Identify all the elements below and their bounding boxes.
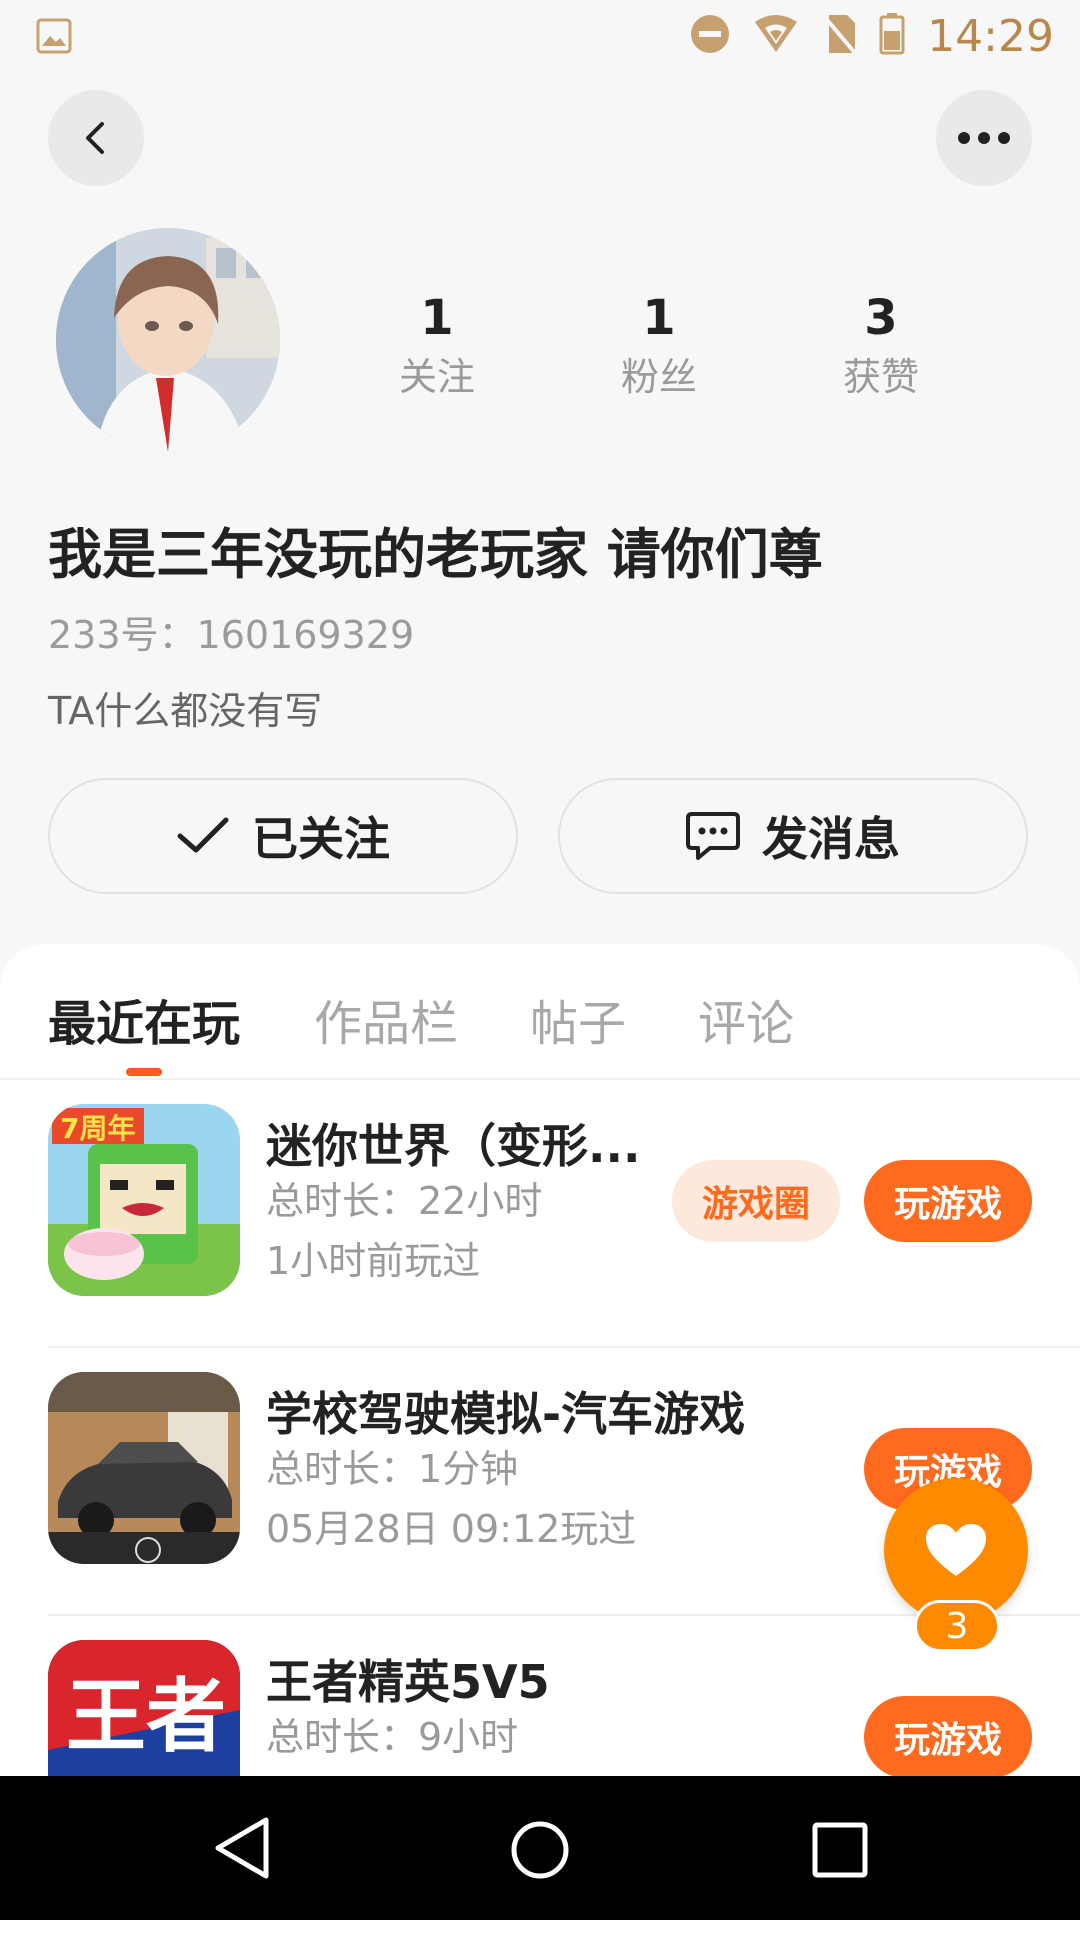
like-count-badge: 3: [914, 1600, 1000, 1652]
game-duration: 总时长：9小时: [266, 1715, 519, 1759]
game-title: 迷你世界（变形...: [266, 1119, 641, 1173]
chat-bubble-icon: [686, 812, 740, 860]
likes-label: 获赞: [842, 355, 919, 399]
tab-posts[interactable]: 帖子: [530, 984, 626, 1054]
profile-uid: 233号：160169329: [48, 613, 415, 657]
game-icon-mini-world: 7周年: [48, 1104, 240, 1296]
svg-text:王者: 王者: [66, 1670, 226, 1763]
fans-label: 粉丝: [620, 355, 697, 399]
followed-label: 已关注: [252, 812, 390, 866]
back-arrow-icon: [86, 122, 104, 154]
game-duration: 总时长：1分钟: [266, 1447, 519, 1491]
status-bar: 14:29: [0, 0, 1080, 74]
stat-fans[interactable]: 1 粉丝: [579, 290, 739, 400]
game-last-played: 05月28日 09:12玩过: [266, 1507, 637, 1551]
system-navigation-bar: [0, 1776, 1080, 1920]
back-button[interactable]: [48, 90, 144, 186]
heart-icon: [926, 1524, 986, 1576]
battery-icon: [879, 13, 905, 59]
nav-back-icon[interactable]: [212, 1816, 272, 1880]
game-last-played: 1小时前玩过: [266, 1239, 481, 1283]
svg-text:7周年: 7周年: [60, 1112, 135, 1145]
wifi-icon: [753, 14, 799, 58]
following-label: 关注: [398, 355, 475, 399]
following-count: 1: [420, 290, 454, 346]
avatar[interactable]: [56, 228, 280, 452]
stat-following[interactable]: 1 关注: [357, 290, 517, 400]
tab-works[interactable]: 作品栏: [314, 984, 458, 1054]
tab-active-indicator: [126, 1068, 162, 1076]
game-row[interactable]: 7周年 迷你世界（变形... 总时长：22小时 1小时前玩过 游戏圈 玩游戏: [48, 1080, 1080, 1348]
profile-bio: TA什么都没有写: [48, 689, 323, 733]
tab-recently-played[interactable]: 最近在玩: [48, 984, 240, 1054]
send-message-button[interactable]: 发消息: [558, 778, 1028, 894]
game-circle-button[interactable]: 游戏圈: [672, 1160, 840, 1242]
gallery-notification-icon: [36, 18, 72, 58]
check-icon: [177, 817, 229, 853]
game-icon-driving-sim: [48, 1372, 240, 1564]
fans-count: 1: [642, 290, 676, 346]
send-message-label: 发消息: [762, 812, 900, 866]
do-not-disturb-icon: [689, 13, 731, 59]
followed-button[interactable]: 已关注: [48, 778, 518, 894]
nav-recents-icon[interactable]: [812, 1822, 868, 1878]
play-game-button[interactable]: 玩游戏: [864, 1696, 1032, 1778]
likes-count: 3: [864, 290, 898, 346]
game-duration: 总时长：22小时: [266, 1179, 543, 1223]
game-title: 王者精英5V5: [266, 1655, 550, 1709]
tab-bar: 最近在玩 作品栏 帖子 评论: [0, 944, 1080, 1080]
more-dots-icon: [958, 132, 1010, 144]
clock: 14:29: [927, 10, 1054, 62]
more-options-button[interactable]: [936, 90, 1032, 186]
profile-nickname: 我是三年没玩的老玩家 请你们尊: [48, 523, 823, 586]
stat-likes[interactable]: 3 获赞: [801, 290, 961, 400]
no-sim-icon: [821, 13, 857, 59]
play-game-button[interactable]: 玩游戏: [864, 1160, 1032, 1242]
game-title: 学校驾驶模拟-汽车游戏: [266, 1387, 746, 1441]
tab-comments[interactable]: 评论: [698, 984, 794, 1054]
nav-home-icon[interactable]: [510, 1820, 570, 1880]
